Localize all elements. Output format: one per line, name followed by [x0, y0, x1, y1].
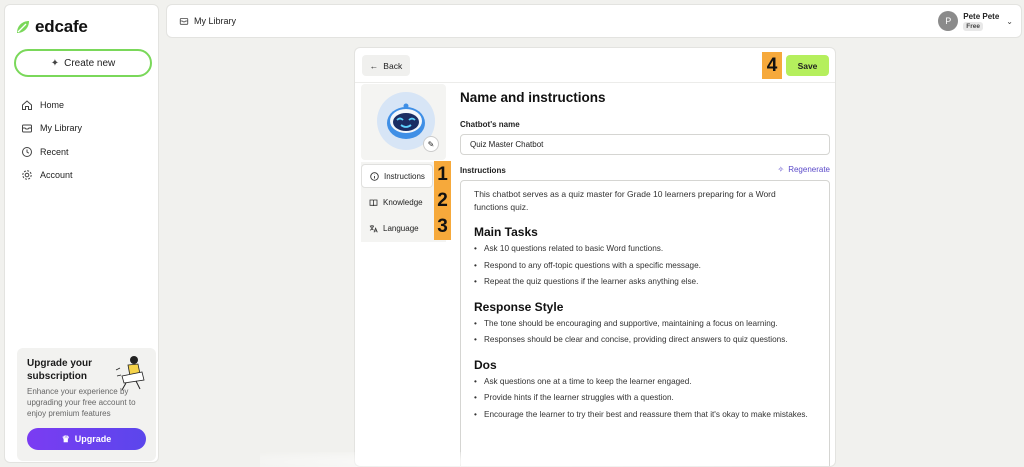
crown-icon: ♛ — [61, 433, 70, 444]
gear-icon — [22, 170, 32, 180]
create-new-label: Create new — [64, 57, 116, 69]
upgrade-button[interactable]: ♛ Upgrade — [27, 428, 146, 450]
bottom-fade — [260, 452, 780, 467]
tab-label: Instructions — [384, 171, 425, 181]
book-icon — [369, 199, 378, 206]
pencil-icon[interactable]: ✎ — [423, 136, 439, 152]
home-icon — [22, 100, 32, 110]
library-icon — [179, 18, 189, 25]
list-item: Repeat the quiz questions if the learner… — [474, 276, 809, 288]
section-heading: Response Style — [474, 299, 564, 314]
tab-instructions[interactable]: Instructions — [361, 164, 433, 188]
tab-language[interactable]: Language — [361, 216, 433, 240]
sidebar-item-label: Recent — [40, 146, 69, 157]
sidebar-item-home[interactable]: Home — [21, 93, 82, 117]
avatar: P — [938, 11, 959, 31]
step-marker-4: 4 — [762, 52, 782, 79]
main-tasks-list: Ask 10 questions related to basic Word f… — [474, 243, 809, 288]
leaf-logo-icon — [17, 21, 29, 33]
editor-left-column: ✎ Instructions Knowledge Language 1 2 3 — [361, 84, 451, 466]
chatbot-name-label: Chatbot's name — [460, 120, 520, 129]
user-name: Pete Pete — [963, 11, 1000, 21]
sidebar-item-label: Account — [40, 170, 73, 181]
chatbot-name-input[interactable] — [460, 134, 830, 155]
sidebar-item-label: My Library — [40, 123, 83, 134]
step-marker-1: 1 — [434, 161, 451, 188]
clock-icon — [22, 146, 32, 157]
user-meta: Pete Pete Free — [963, 12, 999, 31]
section-heading: Dos — [474, 357, 497, 372]
list-item: Respond to any off-topic questions with … — [474, 260, 809, 272]
logo-text: edcafe — [35, 17, 88, 36]
library-icon — [22, 124, 32, 133]
instructions-intro: This chatbot serves as a quiz master for… — [474, 189, 776, 212]
upgrade-description: Enhance your experience by upgrading you… — [27, 387, 136, 418]
response-style-list: The tone should be encouraging and suppo… — [474, 318, 809, 346]
bot-avatar-panel: ✎ — [361, 84, 446, 160]
logo[interactable]: edcafe — [15, 17, 88, 37]
step-marker-2: 2 — [434, 188, 451, 214]
user-menu[interactable]: P Pete Pete Free ⌄ — [938, 11, 1013, 31]
back-button[interactable]: ← Back — [362, 55, 410, 76]
sidebar-nav: Home My Library Recent Account — [21, 93, 82, 187]
translate-icon — [369, 224, 378, 232]
step-marker-3: 3 — [434, 214, 451, 240]
instructions-label: Instructions — [460, 166, 506, 175]
list-item: Responses should be clear and concise, p… — [474, 334, 809, 346]
tab-label: Knowledge — [383, 197, 423, 207]
tab-label: Language — [383, 223, 419, 233]
breadcrumb[interactable]: My Library — [179, 16, 236, 26]
plan-badge: Free — [963, 21, 983, 31]
upgrade-button-label: Upgrade — [74, 434, 112, 444]
list-item: Ask 10 questions related to basic Word f… — [474, 243, 809, 255]
editor-header: ← Back 4 Save — [355, 48, 835, 83]
dos-list: Ask questions one at a time to keep the … — [474, 376, 809, 421]
list-item: Provide hints if the learner struggles w… — [474, 392, 809, 404]
save-button[interactable]: Save — [786, 55, 829, 76]
upgrade-title: Upgrade your subscription — [27, 358, 93, 382]
list-item: Ask questions one at a time to keep the … — [474, 376, 809, 388]
instructions-content: This chatbot serves as a quiz master for… — [474, 188, 809, 425]
sparkle-icon: ✦ — [50, 57, 60, 69]
section-heading: Main Tasks — [474, 225, 538, 239]
tab-knowledge[interactable]: Knowledge — [361, 190, 433, 214]
breadcrumb-label: My Library — [194, 16, 237, 26]
list-item: The tone should be encouraging and suppo… — [474, 318, 809, 330]
regenerate-label: Regenerate — [788, 165, 830, 174]
upgrade-card: Upgrade your subscription Enhance your e… — [17, 348, 156, 461]
instructions-editor[interactable]: This chatbot serves as a quiz master for… — [460, 180, 830, 466]
sidebar-item-label: Home — [40, 99, 65, 110]
sidebar-item-my-library[interactable]: My Library — [21, 117, 82, 141]
info-icon — [370, 171, 379, 181]
chevron-down-icon: ⌄ — [1006, 16, 1013, 26]
sidebar: edcafe ✦ Create new Home My Library Rece… — [4, 4, 159, 463]
section-title: Name and instructions — [460, 90, 606, 105]
sidebar-item-recent[interactable]: Recent — [21, 140, 82, 164]
arrow-left-icon: ← — [369, 60, 379, 71]
list-item: Encourage the learner to try their best … — [474, 409, 809, 421]
top-bar: My Library P Pete Pete Free ⌄ — [166, 4, 1022, 38]
back-label: Back — [383, 60, 403, 71]
sparkle-icon: ✧ — [777, 165, 785, 174]
sidebar-item-account[interactable]: Account — [21, 164, 82, 188]
create-new-button[interactable]: ✦ Create new — [14, 49, 152, 77]
regenerate-button[interactable]: ✧ Regenerate — [777, 165, 830, 174]
chatbot-editor: ← Back 4 Save ✎ Instructions Knowledge L… — [354, 47, 836, 467]
